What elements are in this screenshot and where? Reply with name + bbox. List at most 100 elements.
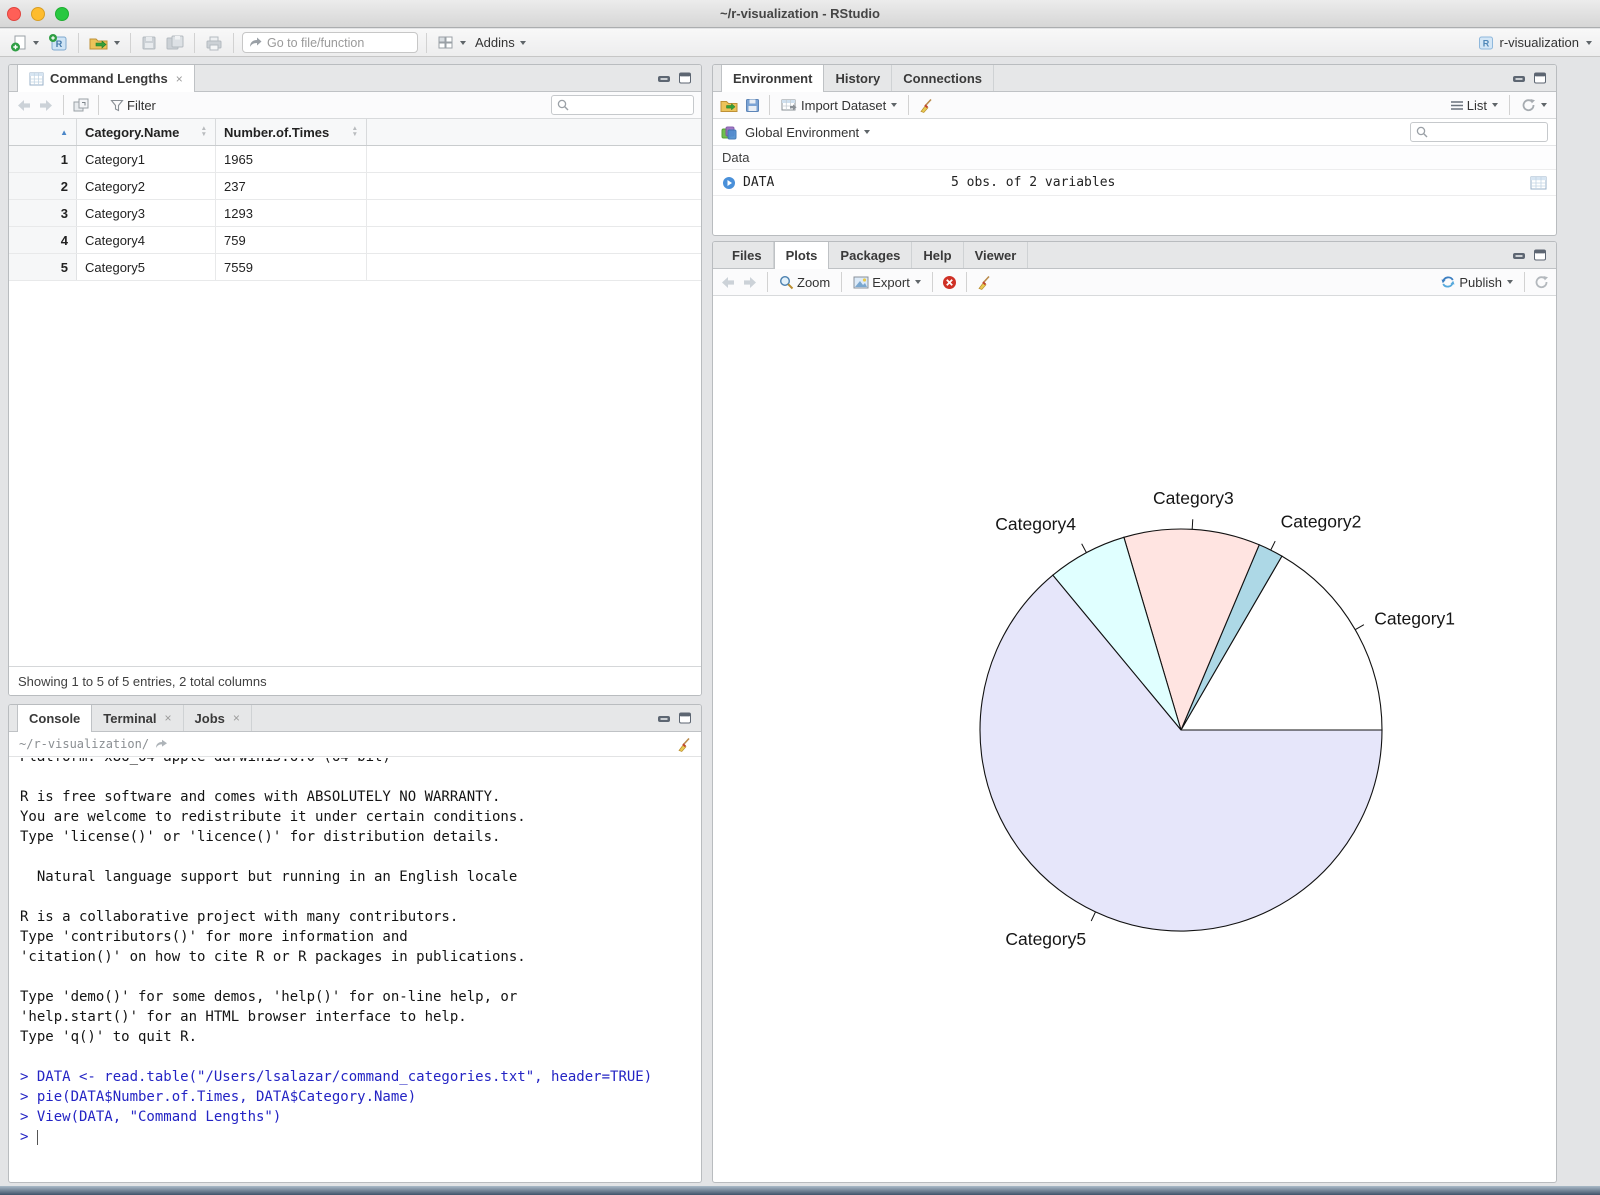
- print-button[interactable]: [203, 31, 225, 55]
- close-icon[interactable]: ×: [165, 711, 172, 725]
- import-dataset-button[interactable]: Import Dataset: [779, 93, 899, 117]
- viewer-status-bar: Showing 1 to 5 of 5 entries, 2 total col…: [9, 666, 701, 695]
- tab-label: Connections: [903, 70, 982, 86]
- working-directory-label: ~/r-visualization/: [19, 737, 150, 751]
- new-project-button[interactable]: R: [46, 31, 70, 55]
- tab-connections[interactable]: Connections: [892, 65, 994, 91]
- column-header-category-name[interactable]: Category.Name ▲ ▼: [77, 119, 216, 145]
- toolbar-separator: [769, 95, 770, 115]
- zoom-window-button[interactable]: [55, 7, 69, 21]
- console-output[interactable]: Platform: x86_64-apple-darwin15.6.0 (64-…: [10, 758, 700, 1181]
- minimize-window-button[interactable]: [31, 7, 45, 21]
- refresh-plot-icon[interactable]: [1534, 275, 1549, 289]
- open-in-files-icon[interactable]: [155, 739, 168, 750]
- tab-command-lengths[interactable]: Command Lengths ×: [17, 65, 195, 92]
- chevron-down-icon: [460, 40, 466, 45]
- tab-label: Terminal: [103, 710, 157, 726]
- environment-entry[interactable]: DATA 5 obs. of 2 variables: [713, 170, 1556, 196]
- goto-file-function-input[interactable]: [267, 35, 428, 50]
- refresh-environment-button[interactable]: [1519, 93, 1549, 117]
- save-button[interactable]: [139, 31, 159, 55]
- close-icon[interactable]: ×: [176, 72, 183, 86]
- remove-plot-icon[interactable]: [942, 275, 957, 290]
- maximize-pane-icon[interactable]: [1533, 249, 1547, 261]
- tab-plots[interactable]: Plots: [773, 242, 830, 269]
- export-plot-button[interactable]: Export: [851, 270, 923, 294]
- new-file-button[interactable]: [8, 31, 41, 55]
- clear-environment-broom-icon[interactable]: [918, 98, 933, 113]
- toolbar-separator: [965, 272, 967, 292]
- tab-label: Viewer: [974, 247, 1017, 263]
- minimize-pane-icon[interactable]: [1512, 72, 1526, 84]
- title-bar: ~/r-visualization - RStudio: [0, 0, 1600, 28]
- close-icon[interactable]: ×: [233, 711, 240, 725]
- forward-icon[interactable]: [38, 99, 54, 112]
- open-file-button[interactable]: [87, 31, 122, 55]
- chevron-down-icon: [114, 40, 120, 45]
- table-icon: [29, 72, 44, 86]
- pie-label: Category4: [995, 514, 1076, 534]
- table-cell: 237: [216, 173, 367, 199]
- pie-label: Category2: [1281, 511, 1362, 531]
- tab-history[interactable]: History: [824, 65, 893, 91]
- table-cell: Category2: [77, 173, 216, 199]
- scope-selector[interactable]: Global Environment: [743, 120, 872, 144]
- publish-button[interactable]: Publish: [1438, 270, 1515, 294]
- goto-file-function-box: [242, 32, 428, 53]
- addins-button[interactable]: Addins: [473, 31, 528, 55]
- tab-viewer[interactable]: Viewer: [964, 242, 1029, 268]
- minimize-pane-icon[interactable]: [1512, 249, 1526, 261]
- main-toolbar: R Go to file/function Addins R r-visuali…: [0, 29, 1600, 57]
- view-table-icon[interactable]: [1530, 176, 1547, 190]
- environment-section-header: Data: [713, 146, 1556, 170]
- expand-object-icon[interactable]: [722, 176, 736, 190]
- chevron-down-icon: [891, 103, 898, 107]
- popout-icon[interactable]: [73, 98, 89, 112]
- save-all-icon: [166, 35, 184, 51]
- tab-files[interactable]: Files: [721, 242, 774, 268]
- back-icon[interactable]: [16, 99, 32, 112]
- column-header-number-of-times[interactable]: Number.of.Times ▲ ▼: [216, 119, 367, 145]
- clear-plots-broom-icon[interactable]: [976, 275, 991, 290]
- tab-environment[interactable]: Environment: [721, 65, 825, 92]
- tab-console[interactable]: Console: [17, 705, 93, 732]
- maximize-pane-icon[interactable]: [1533, 72, 1547, 84]
- list-icon: [1450, 100, 1464, 111]
- tab-packages[interactable]: Packages: [829, 242, 913, 268]
- minimize-pane-icon[interactable]: [657, 72, 671, 84]
- environment-search-input[interactable]: [1432, 125, 1542, 139]
- tab-help[interactable]: Help: [912, 242, 964, 268]
- pane-window-buttons: [648, 65, 701, 91]
- filter-button[interactable]: Filter: [108, 93, 158, 117]
- clear-console-broom-icon[interactable]: [676, 737, 691, 752]
- maximize-pane-icon[interactable]: [678, 72, 692, 84]
- zoom-plot-button[interactable]: Zoom: [777, 270, 832, 294]
- minimize-pane-icon[interactable]: [657, 712, 671, 724]
- project-selector[interactable]: R r-visualization: [1478, 35, 1592, 51]
- tab-label: Files: [732, 247, 762, 263]
- tab-label: Console: [29, 711, 81, 726]
- environment-view-mode-button[interactable]: List: [1448, 93, 1500, 117]
- previous-plot-icon[interactable]: [720, 276, 736, 289]
- save-all-button[interactable]: [164, 31, 186, 55]
- viewer-search-input[interactable]: [573, 98, 688, 112]
- maximize-pane-icon[interactable]: [678, 712, 692, 724]
- console-output-line: Type 'demo()' for some demos, 'help()' f…: [20, 989, 518, 1005]
- table-cell: 1: [9, 146, 77, 172]
- next-plot-icon[interactable]: [742, 276, 758, 289]
- r-project-icon: R: [1478, 35, 1495, 51]
- load-workspace-folder-icon[interactable]: [720, 98, 739, 113]
- pane-layout-button[interactable]: [435, 31, 468, 55]
- toolbar-separator: [767, 272, 768, 292]
- close-window-button[interactable]: [7, 7, 21, 21]
- save-workspace-icon[interactable]: [745, 98, 760, 113]
- pane-window-buttons: [648, 705, 701, 731]
- chevron-down-icon: [1586, 40, 1592, 45]
- pie-label: Category1: [1374, 609, 1455, 629]
- tab-label: Environment: [733, 71, 813, 86]
- console-output-line: Type 'license()' or 'licence()' for dist…: [20, 829, 501, 845]
- tab-jobs[interactable]: Jobs ×: [184, 705, 252, 731]
- tab-terminal[interactable]: Terminal ×: [92, 705, 184, 731]
- column-header-rownum[interactable]: ▲: [9, 119, 77, 145]
